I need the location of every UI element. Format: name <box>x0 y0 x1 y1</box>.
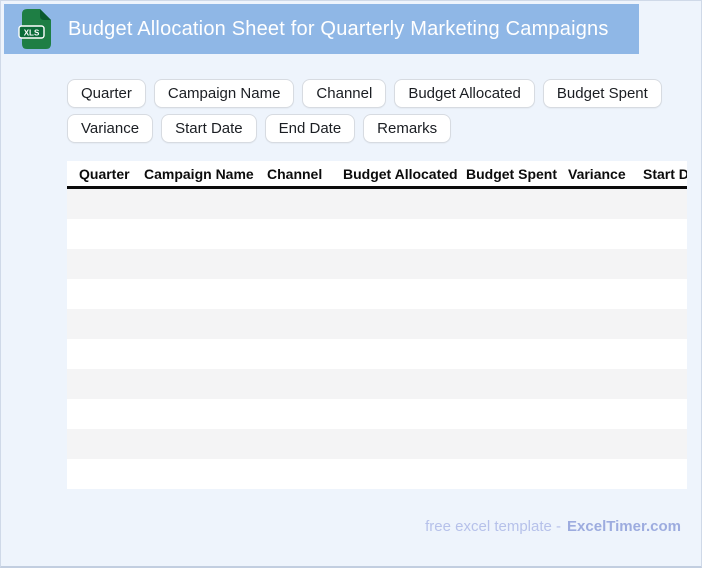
budget-table: Quarter Campaign Name Channel Budget All… <box>67 161 687 489</box>
table-row <box>67 309 687 339</box>
column-chips: Quarter Campaign Name Channel Budget All… <box>67 79 699 143</box>
chip-quarter[interactable]: Quarter <box>67 79 146 108</box>
header-bar: XLS Budget Allocation Sheet for Quarterl… <box>4 4 639 54</box>
table-row <box>67 339 687 369</box>
chip-remarks[interactable]: Remarks <box>363 114 452 143</box>
col-header-quarter: Quarter <box>79 166 130 182</box>
xls-band-label: XLS <box>24 29 40 38</box>
chip-budget-allocated[interactable]: Budget Allocated <box>394 79 535 108</box>
table-header-row: Quarter Campaign Name Channel Budget All… <box>67 161 687 189</box>
footer: free excel template - ExcelTimer.com <box>425 518 681 535</box>
xls-file-icon: XLS <box>18 9 51 49</box>
col-header-budget-spent: Budget Spent <box>466 166 557 182</box>
chip-end-date[interactable]: End Date <box>264 114 356 143</box>
chip-budget-spent[interactable]: Budget Spent <box>542 79 662 108</box>
table-body <box>67 189 687 489</box>
table-row <box>67 279 687 309</box>
table-row <box>67 249 687 279</box>
table-row <box>67 189 687 219</box>
table-row <box>67 219 687 249</box>
col-header-start-date: Start Date <box>643 166 687 182</box>
footer-text: free excel template - <box>425 518 562 535</box>
table-row <box>67 369 687 399</box>
col-header-channel: Channel <box>267 166 323 182</box>
footer-brand-link[interactable]: ExcelTimer.com <box>567 518 681 535</box>
col-header-campaign-name: Campaign Name <box>144 166 254 182</box>
table-row <box>67 429 687 459</box>
chip-variance[interactable]: Variance <box>67 114 154 143</box>
file-fold <box>40 9 51 20</box>
chip-campaign-name[interactable]: Campaign Name <box>153 79 295 108</box>
table-row <box>67 399 687 429</box>
table-row <box>67 459 687 489</box>
col-header-budget-allocated: Budget Allocated <box>343 166 458 182</box>
chip-channel[interactable]: Channel <box>302 79 387 108</box>
chip-start-date[interactable]: Start Date <box>161 114 257 143</box>
col-header-variance: Variance <box>568 166 626 182</box>
page-title: Budget Allocation Sheet for Quarterly Ma… <box>68 17 609 40</box>
